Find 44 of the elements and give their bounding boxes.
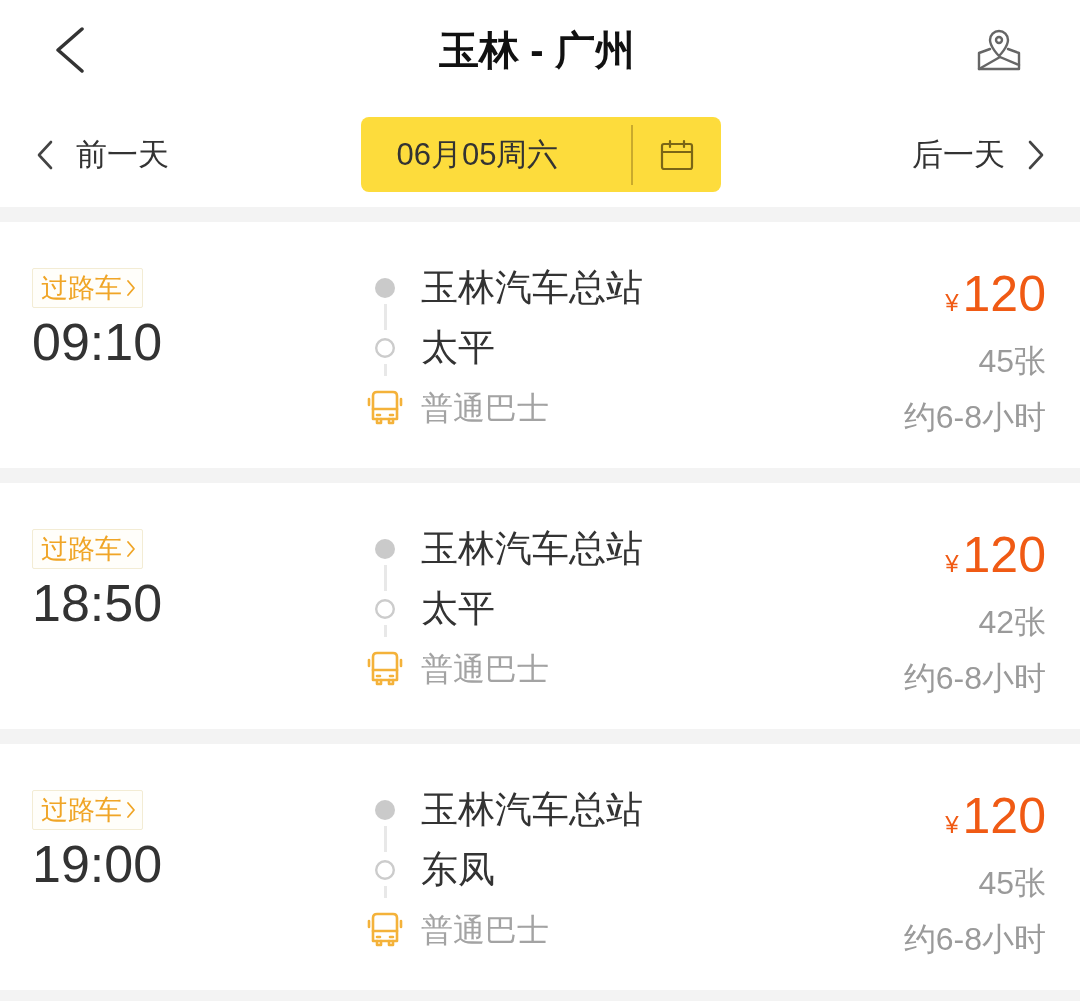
map-pin-icon[interactable]: [976, 29, 1022, 71]
chevron-right-icon: [1027, 139, 1045, 170]
page-title: 玉林 - 广州: [439, 26, 635, 74]
seats-left: 42张: [978, 603, 1046, 642]
departure-time: 09:10: [32, 312, 164, 372]
trip-card[interactable]: 过路车 19:00 玉林汽车总站 东凤 普通巴士 ¥120 45张 约6-8小时: [0, 744, 1080, 990]
bus-icon: [367, 390, 403, 426]
trip-duration: 约6-8小时: [903, 659, 1046, 698]
departure-station: 玉林汽车总站: [421, 266, 643, 310]
ticket-price: ¥120: [945, 787, 1046, 846]
date-picker-button[interactable]: 06月05周六: [360, 117, 721, 192]
ticket-price: ¥120: [945, 526, 1046, 585]
bus-type: 普通巴士: [421, 911, 549, 950]
arrival-station: 东凤: [421, 848, 495, 892]
bus-type: 普通巴士: [421, 389, 549, 428]
stop-circle-icon: [375, 599, 395, 619]
chevron-left-icon: [36, 139, 54, 170]
trip-card[interactable]: 过路车 09:10 玉林汽车总站 太平 普通巴士 ¥120 45张 约6-8小时: [0, 222, 1080, 468]
trip-duration: 约6-8小时: [903, 398, 1046, 437]
chevron-right-icon: [126, 279, 136, 297]
start-dot-icon: [375, 539, 395, 559]
stop-circle-icon: [375, 338, 395, 358]
trip-duration: 约6-8小时: [903, 920, 1046, 959]
bus-type: 普通巴士: [421, 650, 549, 689]
seats-left: 45张: [978, 342, 1046, 381]
bus-icon: [367, 651, 403, 687]
start-dot-icon: [375, 278, 395, 298]
next-day-button[interactable]: 后一天: [912, 133, 1045, 176]
bus-icon: [367, 912, 403, 948]
trip-card[interactable]: 过路车 18:50 玉林汽车总站 太平 普通巴士 ¥120 42张 约6-8小时: [0, 483, 1080, 729]
calendar-icon: [659, 138, 694, 171]
previous-day-button[interactable]: 前一天: [36, 133, 169, 176]
ticket-price: ¥120: [945, 265, 1046, 324]
arrival-station: 太平: [421, 326, 495, 370]
chevron-right-icon: [126, 540, 136, 558]
start-dot-icon: [375, 800, 395, 820]
stop-circle-icon: [375, 860, 395, 880]
departure-station: 玉林汽车总站: [421, 527, 643, 571]
departure-time: 18:50: [32, 573, 164, 633]
chevron-right-icon: [126, 801, 136, 819]
departure-time: 19:00: [32, 834, 164, 894]
seats-left: 45张: [978, 864, 1046, 903]
arrival-station: 太平: [421, 587, 495, 631]
departure-station: 玉林汽车总站: [421, 788, 643, 832]
